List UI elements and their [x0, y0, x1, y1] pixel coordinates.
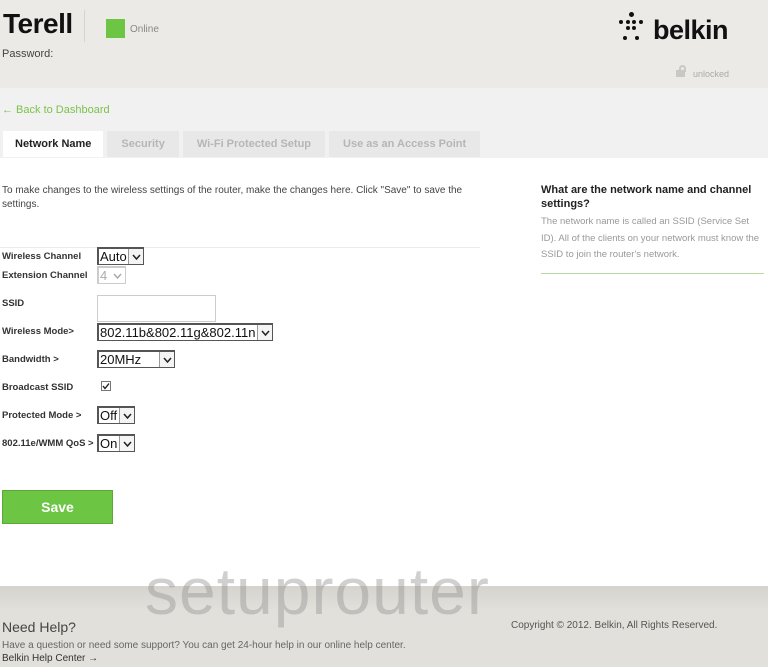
tab-wifi-protected-setup[interactable]: Wi-Fi Protected Setup	[182, 131, 326, 157]
wireless-channel-label: Wireless Channel	[2, 251, 82, 262]
brand-name: belkin	[653, 15, 729, 45]
back-to-dashboard-link[interactable]: ← Back to Dashboard	[2, 104, 110, 116]
form-divider	[0, 247, 480, 248]
help-description: Have a question or need some support? Yo…	[2, 640, 406, 651]
save-button[interactable]: Save	[2, 490, 113, 524]
wireless-mode-value: 802.11b&802.11g&802.11n	[100, 325, 256, 340]
password-label: Password:	[2, 48, 54, 60]
intro-text: To make changes to the wireless settings…	[2, 185, 463, 210]
settings-tabs: Network Name Security Wi-Fi Protected Se…	[3, 131, 484, 157]
watermark: setuprouter	[145, 554, 490, 628]
chevron-down-icon	[119, 408, 134, 423]
lock-status: unlocked	[693, 69, 730, 79]
ssid-label: SSID	[2, 298, 25, 309]
bandwidth-label: Bandwidth >	[2, 354, 59, 365]
extension-channel-value: 4	[100, 268, 108, 283]
wireless-channel-value: Auto	[100, 249, 127, 264]
help-panel-divider	[541, 273, 764, 274]
wmm-qos-label: 802.11e/WMM QoS >	[2, 438, 94, 449]
chevron-down-icon	[119, 436, 134, 451]
ssid-input[interactable]	[97, 295, 216, 322]
protected-mode-value: Off	[100, 408, 118, 423]
tab-security[interactable]: Security	[107, 131, 179, 157]
help-panel-title: What are the network name and channel se…	[541, 184, 752, 210]
wireless-mode-label: Wireless Mode>	[2, 326, 74, 337]
checkmark-icon	[102, 383, 110, 390]
bandwidth-select[interactable]: 20MHz	[97, 350, 175, 368]
wireless-channel-select[interactable]: Auto	[97, 247, 144, 265]
wmm-qos-value: On	[100, 436, 118, 451]
chevron-down-icon	[257, 325, 272, 340]
tab-access-point[interactable]: Use as an Access Point	[329, 131, 481, 157]
chevron-down-icon	[159, 352, 174, 367]
protected-mode-label: Protected Mode >	[2, 410, 82, 421]
bandwidth-value: 20MHz	[100, 352, 142, 367]
chevron-down-icon	[110, 268, 125, 283]
router-name: Terell	[3, 8, 73, 39]
tab-network-name[interactable]: Network Name	[3, 131, 104, 157]
extension-channel-select[interactable]: 4	[97, 266, 126, 284]
belkin-help-center-link[interactable]: Belkin Help Center →	[2, 653, 98, 664]
copyright: Copyright © 2012. Belkin, All Rights Res…	[511, 620, 718, 631]
need-help-heading: Need Help?	[2, 619, 76, 635]
help-panel-body: The network name is called an SSID (Serv…	[541, 216, 760, 260]
header-divider	[84, 10, 85, 42]
wireless-mode-select[interactable]: 802.11b&802.11g&802.11n	[97, 323, 273, 341]
broadcast-ssid-label: Broadcast SSID	[2, 382, 74, 393]
online-status-icon	[106, 19, 125, 38]
belkin-logo: belkin	[615, 10, 745, 46]
belkin-dots-icon	[615, 10, 655, 46]
extension-channel-label: Extension Channel	[2, 270, 88, 281]
wmm-qos-select[interactable]: On	[97, 434, 135, 452]
unlocked-padlock-icon	[676, 65, 686, 77]
broadcast-ssid-checkbox[interactable]	[101, 381, 111, 391]
status-text: Online	[130, 24, 159, 35]
chevron-down-icon	[128, 249, 143, 264]
header: Terell Online Password: belkin unlocked	[0, 0, 768, 88]
protected-mode-select[interactable]: Off	[97, 406, 135, 424]
